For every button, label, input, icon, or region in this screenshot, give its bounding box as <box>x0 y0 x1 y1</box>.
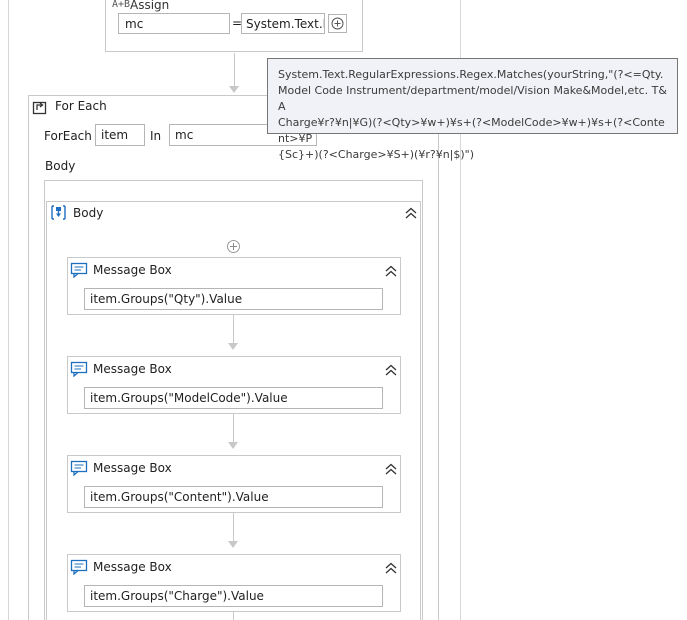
message-box-icon <box>70 361 88 380</box>
message-box-header: Message Box <box>68 258 400 282</box>
message-box-title: Message Box <box>93 362 172 376</box>
sequence-icon <box>50 204 67 224</box>
foreach-in-label: In <box>150 129 162 143</box>
foreach-title: For Each <box>55 99 107 113</box>
foreach-loop-icon <box>32 99 48 118</box>
foreach-activity[interactable]: For Each ForEach item In mc Body Body Me… <box>28 95 439 620</box>
message-box-title: Message Box <box>93 263 172 277</box>
workflow-designer-canvas: A+B Assign mc = System.Text.Re For Ea <box>0 0 687 620</box>
message-box-activity[interactable]: Message Box item.Groups("ModelCode").Val… <box>67 356 401 414</box>
connector-line <box>233 612 234 620</box>
foreach-item-field[interactable]: item <box>95 124 145 146</box>
message-box-text-field[interactable]: item.Groups("Qty").Value <box>84 288 383 310</box>
foreach-body-label: Body <box>45 159 76 173</box>
add-activity-icon[interactable] <box>227 240 240 253</box>
collapse-chevron-icon[interactable] <box>384 561 398 575</box>
plus-circle-icon <box>331 17 344 30</box>
message-box-text-field[interactable]: item.Groups("ModelCode").Value <box>84 387 383 409</box>
connector-line <box>234 53 235 86</box>
collapse-chevron-icon[interactable] <box>384 264 398 278</box>
message-box-header: Message Box <box>68 456 400 480</box>
connector-arrow <box>228 343 238 350</box>
foreach-body-container: Body Message Box item.Groups("Qty").Valu… <box>44 180 423 620</box>
assign-activity[interactable]: A+B Assign mc = System.Text.Re <box>105 0 363 52</box>
message-box-title: Message Box <box>93 461 172 475</box>
designer-left-border <box>8 0 9 620</box>
connector-line <box>233 414 234 442</box>
sequence-header: Body <box>47 202 420 222</box>
foreach-label: ForEach <box>44 129 92 143</box>
add-assignment-button[interactable] <box>328 14 347 33</box>
message-box-icon <box>70 262 88 281</box>
assign-to-field[interactable]: mc <box>118 13 230 34</box>
connector-arrow <box>228 442 238 449</box>
assign-value-field[interactable]: System.Text.Re <box>241 13 325 34</box>
message-box-title: Message Box <box>93 560 172 574</box>
body-sequence[interactable]: Body Message Box item.Groups("Qty").Valu… <box>46 201 421 620</box>
connector-arrow <box>228 541 238 548</box>
message-box-icon <box>70 559 88 578</box>
connector-line <box>233 315 234 343</box>
collapse-chevron-icon[interactable] <box>384 363 398 377</box>
message-box-icon <box>70 460 88 479</box>
connector-arrow <box>229 86 239 93</box>
message-box-header: Message Box <box>68 357 400 381</box>
message-box-text-field[interactable]: item.Groups("Charge").Value <box>84 585 383 607</box>
message-box-activity[interactable]: Message Box item.Groups("Content").Value <box>67 455 401 513</box>
sequence-title: Body <box>73 206 104 220</box>
collapse-chevron-icon[interactable] <box>404 206 418 220</box>
collapse-chevron-icon[interactable] <box>384 462 398 476</box>
message-box-activity[interactable]: Message Box item.Groups("Charge").Value <box>67 554 401 612</box>
connector-line <box>233 513 234 541</box>
assign-icon: A+B <box>112 0 131 10</box>
expression-tooltip: System.Text.RegularExpressions.Regex.Mat… <box>267 58 678 161</box>
message-box-header: Message Box <box>68 555 400 579</box>
assign-title: Assign <box>130 0 170 12</box>
message-box-text-field[interactable]: item.Groups("Content").Value <box>84 486 383 508</box>
message-box-activity[interactable]: Message Box item.Groups("Qty").Value <box>67 257 401 315</box>
